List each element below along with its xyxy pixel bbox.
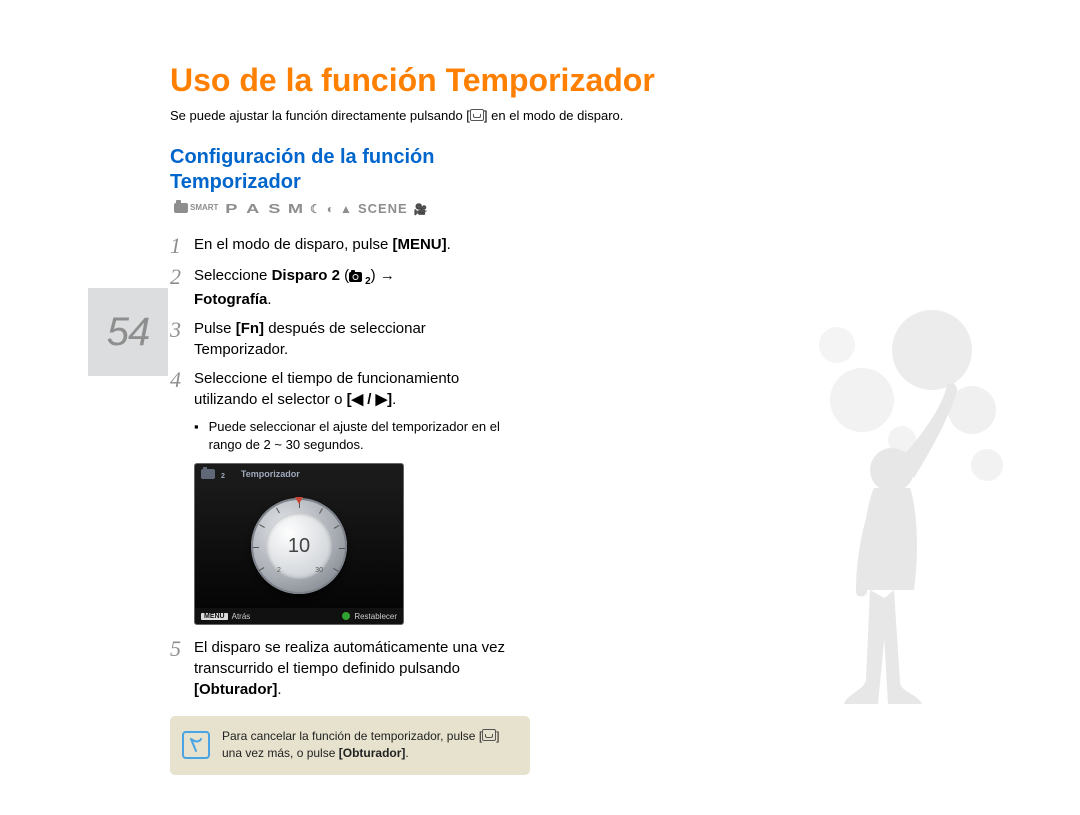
timer-dial: 10 2 30 [251,498,347,594]
text: En el modo de disparo, pulse [194,236,392,253]
mode-icons: SMART P A S M ☾ ◐ ▲ SCENE 🎥 [174,201,427,218]
mode-smart-icon: SMART [174,203,218,213]
mode-smart-text: SMART [190,203,218,213]
screen-title: Temporizador [241,469,300,479]
step-number: 2 [170,265,194,310]
camera-screen-footer: MENU Atrás Restablecer [195,608,403,624]
text: El disparo se realiza automáticamente un… [194,639,505,677]
dial-value: 10 [288,535,310,558]
bold-text: [◀ / ▶] [347,391,393,408]
bold-text: [Obturador] [194,681,277,698]
step-body: Pulse [Fn] después de seleccionar Tempor… [194,318,510,360]
text: Pulse [194,320,236,337]
menu-badge: MENU [201,613,228,620]
text: . [447,236,451,253]
step-4: 4 Seleccione el tiempo de funcionamiento… [170,368,510,410]
subtitle-post: ] en el modo de disparo. [484,108,623,123]
step-body: En el modo de disparo, pulse [MENU]. [194,234,510,257]
bullet-block: ▪ Puede seleccionar el ajuste del tempor… [194,418,510,453]
text: ( [340,267,349,284]
mode-p: P [226,201,238,217]
reset-label: Restablecer [354,612,397,621]
footer-left: MENU Atrás [201,612,250,621]
text: . [267,291,271,308]
bold-text: Disparo 2 [272,267,340,284]
tip-text: . [405,746,408,760]
camera-icon [174,203,188,213]
step-body: Seleccione el tiempo de funcionamiento u… [194,368,510,410]
back-label: Atrás [232,612,251,621]
green-dot-icon [342,612,350,620]
child-silhouette-illustration [642,290,1042,730]
steps-list-continued: 5 El disparo se realiza automáticamente … [170,637,510,700]
step-number: 1 [170,234,194,257]
text: . [277,681,281,698]
camera-screen-header: 2 Temporizador [195,464,403,484]
dial-marker-icon [295,497,303,504]
mode-portrait-icon: ◐ [327,202,334,217]
camera-screen-body: 10 2 30 [195,484,403,608]
bullet-dot: ▪ [194,418,199,453]
mode-night-icon: ☾ [310,202,321,217]
mode-movie-icon: 🎥 [414,204,428,218]
page-number: 54 [107,310,150,355]
subscript: 2 [221,473,225,480]
dial-tick-high: 30 [315,567,323,574]
text: Seleccione el tiempo de funcionamiento u… [194,370,459,408]
step-3: 3 Pulse [Fn] después de seleccionar Temp… [170,318,510,360]
step-body: El disparo se realiza automáticamente un… [194,637,510,700]
manual-page: Uso de la función Temporizador Se puede … [0,0,1080,815]
bold-text: [Obturador] [339,746,406,760]
page-title: Uso de la función Temporizador [170,62,655,99]
subtitle-pre: Se puede ajustar la función directamente… [170,108,470,123]
mode-landscape-icon: ▲ [340,202,352,217]
step-number: 5 [170,637,194,700]
step-number: 4 [170,368,194,410]
dial-tick-low: 2 [277,567,281,574]
section-heading: Configuración de la función Temporizador… [170,145,510,220]
bold-text: [Fn] [236,320,264,337]
step-number: 3 [170,318,194,360]
drive-mode-icon [482,729,496,741]
step-body: Seleccione Disparo 2 (2) → Fotografía. [194,265,510,310]
step-2: 2 Seleccione Disparo 2 (2) → Fotografía. [170,265,510,310]
note-icon [182,731,210,759]
camera-screen: 2 Temporizador [194,463,404,625]
page-subtitle: Se puede ajustar la función directamente… [170,108,623,123]
drive-mode-icon [470,109,484,121]
steps-list: 1 En el modo de disparo, pulse [MENU]. 2… [170,234,510,410]
camera-sub-icon [349,270,365,282]
mode-a: A [246,201,259,217]
page-number-tab: 54 [88,288,168,376]
heading-line2-word: Temporizador [170,171,301,193]
bold-text: Fotografía [194,291,267,308]
tip-box: Para cancelar la función de temporizador… [170,716,530,775]
step-1: 1 En el modo de disparo, pulse [MENU]. [170,234,510,257]
tip-text: Para cancelar la función de temporizador… [222,729,482,743]
footer-right: Restablecer [342,612,397,621]
content-column: Configuración de la función Temporizador… [170,145,510,775]
heading-line1: Configuración de la función [170,146,434,168]
mode-m: M [288,201,303,217]
mode-s: S [268,201,280,217]
text: . [392,391,396,408]
bullet-item: ▪ Puede seleccionar el ajuste del tempor… [194,418,510,453]
mode-scene: SCENE [358,201,408,217]
camera-icon [201,469,215,479]
bold-text: [MENU] [392,236,446,253]
text: ) → [371,267,395,284]
step-5: 5 El disparo se realiza automáticamente … [170,637,510,700]
text: Seleccione [194,267,272,284]
bullet-text: Puede seleccionar el ajuste del temporiz… [209,418,510,453]
